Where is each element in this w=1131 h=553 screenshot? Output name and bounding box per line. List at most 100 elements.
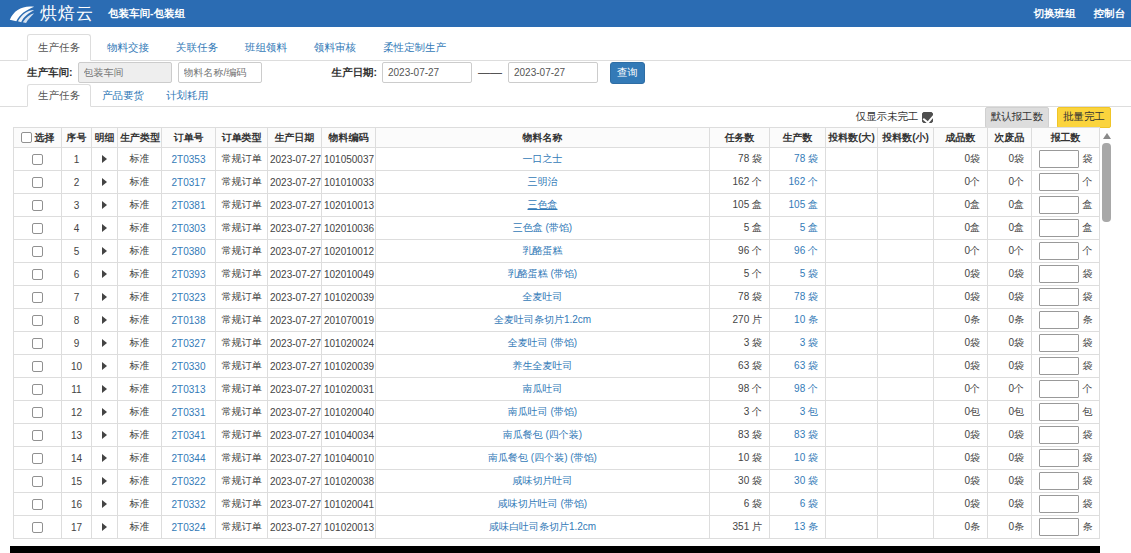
report-qty-input[interactable]: [1039, 426, 1079, 444]
prod-qty-link[interactable]: 63 袋: [794, 360, 818, 371]
order-link[interactable]: 2T0344: [172, 453, 206, 464]
expand-caret-icon[interactable]: [102, 316, 107, 324]
order-link[interactable]: 2T0381: [172, 200, 206, 211]
expand-caret-icon[interactable]: [102, 270, 107, 278]
only-unfinished-checkbox[interactable]: [922, 112, 933, 123]
prod-qty-link[interactable]: 98 个: [794, 383, 818, 394]
row-checkbox[interactable]: [32, 315, 43, 326]
row-checkbox[interactable]: [32, 499, 43, 510]
material-name-link[interactable]: 南瓜吐司 (带馅): [508, 406, 577, 417]
main-tab-1[interactable]: 物料交接: [96, 34, 160, 61]
report-qty-input[interactable]: [1039, 449, 1079, 467]
switch-team-link[interactable]: 切换班组: [1034, 7, 1076, 21]
row-checkbox[interactable]: [32, 200, 43, 211]
expand-caret-icon[interactable]: [102, 500, 107, 508]
prod-qty-link[interactable]: 30 袋: [794, 475, 818, 486]
order-link[interactable]: 2T0332: [172, 499, 206, 510]
row-checkbox[interactable]: [32, 223, 43, 234]
prod-qty-link[interactable]: 105 盒: [789, 199, 818, 210]
prod-qty-link[interactable]: 3 包: [800, 406, 818, 417]
material-name-link[interactable]: 全麦吐司: [523, 291, 563, 302]
prod-qty-link[interactable]: 162 个: [789, 176, 818, 187]
table-scrollbar[interactable]: [1101, 131, 1112, 547]
console-link[interactable]: 控制台: [1094, 7, 1126, 21]
prod-qty-link[interactable]: 3 袋: [800, 337, 818, 348]
material-name-link[interactable]: 咸味切片吐司 (带馅): [498, 498, 587, 509]
material-name-link[interactable]: 一口之士: [523, 153, 563, 164]
expand-caret-icon[interactable]: [102, 293, 107, 301]
order-link[interactable]: 2T0380: [172, 246, 206, 257]
material-name-link[interactable]: 养生全麦吐司: [513, 360, 573, 371]
expand-caret-icon[interactable]: [102, 155, 107, 163]
report-qty-input[interactable]: [1039, 403, 1079, 421]
row-checkbox[interactable]: [32, 453, 43, 464]
material-search-input[interactable]: [178, 62, 262, 83]
query-button[interactable]: 查询: [610, 62, 645, 84]
main-tab-3[interactable]: 班组领料: [234, 34, 298, 61]
prod-qty-link[interactable]: 5 盒: [800, 222, 818, 233]
prod-qty-link[interactable]: 83 袋: [794, 429, 818, 440]
material-name-link[interactable]: 南瓜吐司: [523, 383, 563, 394]
row-checkbox[interactable]: [32, 292, 43, 303]
row-checkbox[interactable]: [32, 407, 43, 418]
expand-caret-icon[interactable]: [102, 385, 107, 393]
report-qty-input[interactable]: [1039, 357, 1079, 375]
expand-caret-icon[interactable]: [102, 408, 107, 416]
date-to-input[interactable]: [508, 62, 598, 83]
order-link[interactable]: 2T0303: [172, 223, 206, 234]
prod-qty-link[interactable]: 6 袋: [800, 498, 818, 509]
order-link[interactable]: 2T0331: [172, 407, 206, 418]
order-link[interactable]: 2T0353: [172, 154, 206, 165]
main-tab-0[interactable]: 生产任务: [27, 34, 91, 61]
material-name-link[interactable]: 三明治: [528, 176, 558, 187]
expand-caret-icon[interactable]: [102, 477, 107, 485]
material-name-link[interactable]: 乳酪蛋糕: [523, 245, 563, 256]
row-checkbox[interactable]: [32, 154, 43, 165]
row-checkbox[interactable]: [32, 338, 43, 349]
report-qty-input[interactable]: [1039, 173, 1079, 191]
order-link[interactable]: 2T0322: [172, 476, 206, 487]
row-checkbox[interactable]: [32, 361, 43, 372]
prod-qty-link[interactable]: 13 条: [794, 521, 818, 532]
material-name-link[interactable]: 乳酪蛋糕 (带馅): [508, 268, 577, 279]
expand-caret-icon[interactable]: [102, 178, 107, 186]
order-link[interactable]: 2T0330: [172, 361, 206, 372]
select-all-checkbox[interactable]: [21, 132, 32, 143]
material-name-link[interactable]: 咸味切片吐司: [513, 475, 573, 486]
row-checkbox[interactable]: [32, 269, 43, 280]
report-qty-input[interactable]: [1039, 495, 1079, 513]
material-name-link[interactable]: 全麦吐司条切片1.2cm: [494, 314, 591, 325]
scrollbar-thumb[interactable]: [1102, 143, 1111, 222]
report-qty-input[interactable]: [1039, 288, 1079, 306]
order-link[interactable]: 2T0138: [172, 315, 206, 326]
expand-caret-icon[interactable]: [102, 247, 107, 255]
order-link[interactable]: 2T0341: [172, 430, 206, 441]
report-qty-input[interactable]: [1039, 380, 1079, 398]
row-checkbox[interactable]: [32, 430, 43, 441]
material-name-link[interactable]: 南瓜餐包 (四个装) (带馅): [488, 452, 597, 463]
report-qty-input[interactable]: [1039, 265, 1079, 283]
default-report-button[interactable]: 默认报工数: [985, 107, 1050, 128]
row-checkbox[interactable]: [32, 522, 43, 533]
row-checkbox[interactable]: [32, 246, 43, 257]
expand-caret-icon[interactable]: [102, 523, 107, 531]
main-tab-4[interactable]: 领料审核: [303, 34, 367, 61]
row-checkbox[interactable]: [32, 177, 43, 188]
report-qty-input[interactable]: [1039, 472, 1079, 490]
report-qty-input[interactable]: [1039, 196, 1079, 214]
sub-tab-1[interactable]: 产品要货: [91, 84, 155, 107]
date-from-input[interactable]: [382, 62, 472, 83]
sub-tab-2[interactable]: 计划耗用: [155, 84, 219, 107]
prod-qty-link[interactable]: 96 个: [794, 245, 818, 256]
report-qty-input[interactable]: [1039, 242, 1079, 260]
prod-qty-link[interactable]: 5 袋: [800, 268, 818, 279]
expand-caret-icon[interactable]: [102, 454, 107, 462]
report-qty-input[interactable]: [1039, 219, 1079, 237]
order-link[interactable]: 2T0313: [172, 384, 206, 395]
scrollbar-up-arrow-icon[interactable]: [1103, 133, 1111, 139]
expand-caret-icon[interactable]: [102, 431, 107, 439]
order-link[interactable]: 2T0393: [172, 269, 206, 280]
batch-finish-button[interactable]: 批量完工: [1057, 107, 1111, 128]
report-qty-input[interactable]: [1039, 334, 1079, 352]
order-link[interactable]: 2T0317: [172, 177, 206, 188]
